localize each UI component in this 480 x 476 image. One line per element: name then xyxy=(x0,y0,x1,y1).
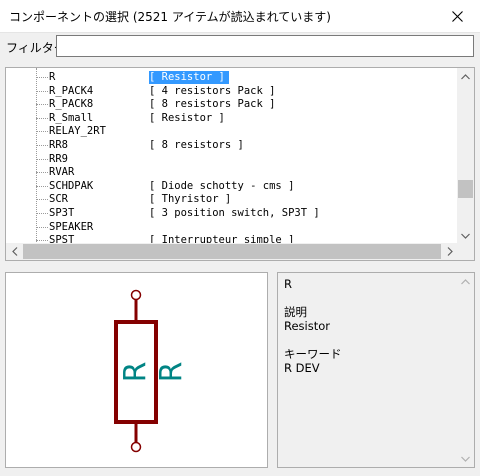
tree-branch xyxy=(36,131,48,133)
tree-branch xyxy=(36,199,48,201)
horizontal-scrollbar[interactable] xyxy=(6,243,458,260)
tree-branch xyxy=(36,145,48,146)
component-row[interactable]: RR8 [ 8 resistors ] xyxy=(6,139,458,152)
component-description: [ 3 position switch, SP3T ] xyxy=(149,207,320,219)
chevron-left-icon xyxy=(11,247,17,256)
component-row[interactable]: RVAR xyxy=(6,166,458,179)
component-name: R xyxy=(49,71,56,83)
info-scroll-down-button[interactable] xyxy=(457,450,474,467)
chevron-up-icon xyxy=(461,278,470,284)
component-info-panel: R 説明 Resistor キーワード R DEV xyxy=(277,272,475,468)
tree-branch xyxy=(36,213,48,214)
component-row[interactable]: R_PACK4 [ 4 resistors Pack ] xyxy=(6,85,458,98)
tree-branch xyxy=(36,226,48,228)
tree-branch xyxy=(36,117,48,119)
vertical-scrollbar[interactable] xyxy=(457,68,474,244)
tree-branch xyxy=(36,172,48,174)
component-description: [ Diode schotty - cms ] xyxy=(149,179,295,192)
info-component-name: R xyxy=(284,277,292,291)
vertical-scroll-thumb[interactable] xyxy=(458,180,473,198)
component-description: [ Thyristor ] xyxy=(149,193,232,206)
info-vertical-scrollbar[interactable] xyxy=(457,273,474,467)
component-name: R_PACK4 xyxy=(49,84,94,97)
tree-branch xyxy=(36,90,48,92)
component-row[interactable]: RELAY_2RT xyxy=(6,125,458,138)
component-name: R_PACK8 xyxy=(49,98,94,111)
component-list-area: R [ Resistor ] R_PACK4 [ 4 resistors Pack ]… xyxy=(6,68,458,244)
close-button[interactable] xyxy=(434,0,480,32)
component-row[interactable]: R_Small [ Resistor ] xyxy=(6,112,458,125)
window-title: コンポーネントの選択 (2521 アイテムが読込まれています) xyxy=(9,10,331,24)
component-name: RR9 xyxy=(49,152,68,165)
component-name: R_Small xyxy=(49,111,94,124)
component-description: [ 8 resistors Pack ] xyxy=(149,98,276,111)
close-icon xyxy=(451,10,463,22)
info-description-value: Resistor xyxy=(284,319,330,333)
title-bar: コンポーネントの選択 (2521 アイテムが読込まれています) xyxy=(0,0,480,33)
info-scroll-up-button[interactable] xyxy=(457,273,474,290)
tree-branch xyxy=(36,158,48,160)
component-row[interactable]: R [ Resistor ] xyxy=(6,71,458,84)
component-row[interactable]: R_PACK8 [ 8 resistors Pack ] xyxy=(6,98,458,111)
symbol-reference-text: R xyxy=(119,362,154,383)
resistor-symbol: R R xyxy=(114,289,190,453)
scrollbar-corner xyxy=(457,243,474,260)
symbol-value-text: R xyxy=(155,362,190,383)
component-name: RVAR xyxy=(49,166,75,179)
component-row[interactable]: RR9 xyxy=(6,153,458,166)
component-row[interactable]: SCHDPAK [ Diode schotty - cms ] xyxy=(6,180,458,193)
tree-branch xyxy=(36,77,48,78)
component-row[interactable]: SPEAKER xyxy=(6,221,458,234)
tree-branch xyxy=(36,240,48,242)
symbol-preview: R R xyxy=(5,272,268,468)
component-row[interactable]: SCR [ Thyristor ] xyxy=(6,193,458,206)
symbol-pin-bottom-end xyxy=(130,441,142,453)
tree-branch xyxy=(36,104,48,106)
filter-input[interactable] xyxy=(56,35,474,57)
scroll-down-button[interactable] xyxy=(457,227,474,244)
symbol-pin-top-end xyxy=(130,289,142,301)
info-keyword-heading: キーワード xyxy=(284,347,342,361)
component-name: SPEAKER xyxy=(49,220,94,233)
tree-branch xyxy=(36,185,48,187)
scroll-up-button[interactable] xyxy=(457,68,474,85)
horizontal-scroll-thumb[interactable] xyxy=(23,244,441,259)
component-name: SCR xyxy=(49,193,68,206)
chevron-down-icon xyxy=(461,456,470,462)
component-list[interactable]: R [ Resistor ] R_PACK4 [ 4 resistors Pack ]… xyxy=(5,67,475,261)
component-description: [ 8 resistors ] xyxy=(149,139,244,151)
chevron-up-icon xyxy=(461,73,470,79)
info-keyword-value: R DEV xyxy=(284,361,320,375)
component-row[interactable]: SP3T [ 3 position switch, SP3T ] xyxy=(6,207,458,220)
component-description: [ 4 resistors Pack ] xyxy=(149,84,276,97)
scroll-right-button[interactable] xyxy=(441,243,458,260)
info-description-heading: 説明 xyxy=(284,305,307,319)
component-name: SCHDPAK xyxy=(49,179,94,192)
component-name: RELAY_2RT xyxy=(49,125,106,138)
component-description: [ Resistor ] xyxy=(149,71,229,84)
component-description: [ Resistor ] xyxy=(149,111,225,124)
scroll-left-button[interactable] xyxy=(6,243,23,260)
component-name: RR8 xyxy=(49,139,68,151)
chevron-right-icon xyxy=(447,247,453,256)
chevron-down-icon xyxy=(461,233,470,239)
component-name: SP3T xyxy=(49,207,75,219)
